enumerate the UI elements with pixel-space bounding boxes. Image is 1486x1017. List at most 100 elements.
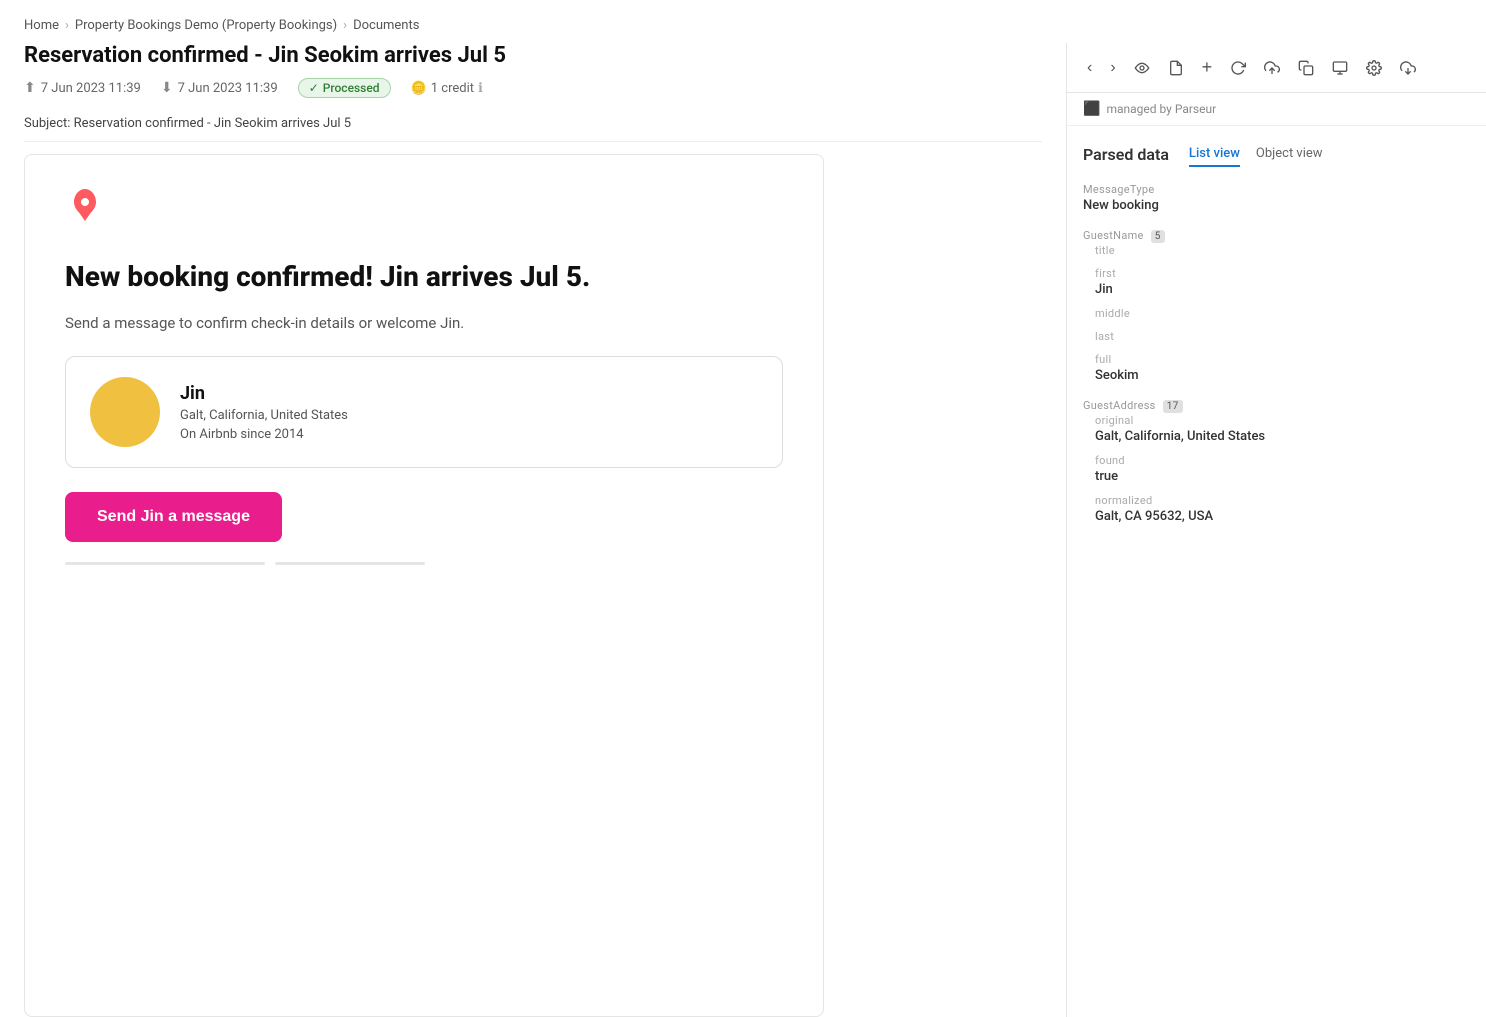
eye-icon bbox=[1134, 60, 1150, 76]
bottom-line-2 bbox=[275, 562, 425, 565]
breadcrumb-bookings[interactable]: Property Bookings Demo (Property Booking… bbox=[75, 18, 337, 33]
airbnb-logo bbox=[65, 185, 783, 229]
subfield-value-full: Seokim bbox=[1095, 368, 1470, 383]
subfield-first: first Jin bbox=[1095, 267, 1470, 297]
guest-card: Jin Galt, California, United States On A… bbox=[65, 356, 783, 468]
guest-info: Jin Galt, California, United States On A… bbox=[180, 383, 348, 442]
subfield-value-original: Galt, California, United States bbox=[1095, 429, 1470, 444]
subfield-found: found true bbox=[1095, 454, 1470, 484]
upload-icon bbox=[1264, 60, 1280, 76]
layers-icon: ⬛ bbox=[1083, 101, 1100, 117]
main-layout: Reservation confirmed - Jin Seokim arriv… bbox=[0, 43, 1486, 1017]
subfield-full: full Seokim bbox=[1095, 353, 1470, 383]
doc-title: Reservation confirmed - Jin Seokim arriv… bbox=[24, 43, 1042, 68]
toolbar-add-btn[interactable]: + bbox=[1194, 51, 1221, 84]
credit-icon: 🪙 bbox=[411, 81, 427, 96]
breadcrumb: Home › Property Bookings Demo (Property … bbox=[0, 0, 1486, 43]
email-frame: New booking confirmed! Jin arrives Jul 5… bbox=[24, 154, 824, 1017]
field-key-guest-address: GuestAddress 17 bbox=[1083, 399, 1470, 412]
date1-value: 7 Jun 2023 11:39 bbox=[41, 81, 141, 96]
copy-icon bbox=[1298, 60, 1314, 76]
upload-icon: ⬆ bbox=[24, 80, 36, 96]
download-icon: ⬇ bbox=[161, 80, 173, 96]
field-guest-name: GuestName 5 title first Jin middle bbox=[1083, 229, 1470, 383]
doc-area: Reservation confirmed - Jin Seokim arriv… bbox=[0, 43, 1066, 1017]
refresh-icon bbox=[1230, 60, 1246, 76]
download-icon bbox=[1400, 60, 1416, 76]
monitor-icon bbox=[1332, 60, 1348, 76]
email-heading: New booking confirmed! Jin arrives Jul 5… bbox=[65, 259, 783, 294]
toolbar-view-btn[interactable] bbox=[1126, 54, 1158, 82]
bottom-line-1 bbox=[65, 562, 265, 565]
toolbar-back-btn[interactable]: ‹ bbox=[1079, 53, 1100, 83]
subfield-value-normalized: Galt, CA 95632, USA bbox=[1095, 509, 1470, 524]
doc-header: Reservation confirmed - Jin Seokim arriv… bbox=[24, 43, 1042, 106]
bottom-lines bbox=[65, 562, 783, 565]
right-panel: ‹ › + bbox=[1066, 43, 1486, 1017]
guest-avatar bbox=[90, 377, 160, 447]
guest-address-badge: 17 bbox=[1163, 400, 1183, 413]
parsed-data-panel: Parsed data List view Object view Messag… bbox=[1067, 126, 1486, 1017]
parsed-data-title: Parsed data bbox=[1083, 145, 1169, 164]
page: Home › Property Bookings Demo (Property … bbox=[0, 0, 1486, 1017]
managed-by: ⬛ managed by Parseur bbox=[1067, 93, 1486, 126]
field-key-guest-name: GuestName 5 bbox=[1083, 229, 1470, 242]
toolbar-download-btn[interactable] bbox=[1392, 54, 1424, 82]
subfield-original: original Galt, California, United States bbox=[1095, 414, 1470, 444]
toolbar-copy-btn[interactable] bbox=[1290, 54, 1322, 82]
tab-list-view[interactable]: List view bbox=[1189, 142, 1240, 167]
subfield-value-found: true bbox=[1095, 469, 1470, 484]
subfield-middle: middle bbox=[1095, 307, 1470, 320]
breadcrumb-sep-1: › bbox=[65, 18, 69, 33]
guest-name-badge: 5 bbox=[1151, 230, 1165, 243]
subfield-value-first: Jin bbox=[1095, 282, 1470, 297]
status-badge: ✓ Processed bbox=[298, 78, 391, 98]
send-message-button[interactable]: Send Jin a message bbox=[65, 492, 282, 542]
status-label: Processed bbox=[323, 81, 380, 95]
settings-icon bbox=[1366, 60, 1382, 76]
field-message-type: MessageType New booking bbox=[1083, 183, 1470, 213]
managed-label: managed by Parseur bbox=[1106, 102, 1216, 116]
guest-location: Galt, California, United States bbox=[180, 408, 348, 423]
toolbar: ‹ › + bbox=[1067, 43, 1486, 93]
credit-badge: 🪙 1 credit ℹ bbox=[411, 81, 483, 96]
credit-value: 1 credit bbox=[431, 81, 474, 96]
subfield-key-first: first bbox=[1095, 267, 1470, 280]
subfield-key-title: title bbox=[1095, 244, 1470, 257]
toolbar-forward-btn[interactable]: › bbox=[1102, 53, 1123, 83]
toolbar-preview-btn[interactable] bbox=[1324, 54, 1356, 82]
doc-subject: Subject: Reservation confirmed - Jin Seo… bbox=[24, 106, 1042, 142]
meta-date2: ⬇ 7 Jun 2023 11:39 bbox=[161, 80, 278, 96]
toolbar-refresh-btn[interactable] bbox=[1222, 54, 1254, 82]
subfield-key-full: full bbox=[1095, 353, 1470, 366]
doc-meta: ⬆ 7 Jun 2023 11:39 ⬇ 7 Jun 2023 11:39 ✓ … bbox=[24, 78, 1042, 98]
breadcrumb-documents[interactable]: Documents bbox=[353, 18, 419, 33]
field-key-message-type: MessageType bbox=[1083, 183, 1470, 196]
subfield-key-found: found bbox=[1095, 454, 1470, 467]
subfield-last: last bbox=[1095, 330, 1470, 343]
toolbar-doc-btn[interactable] bbox=[1160, 54, 1192, 82]
subfield-key-last: last bbox=[1095, 330, 1470, 343]
info-icon: ℹ bbox=[478, 81, 483, 96]
tab-object-view[interactable]: Object view bbox=[1256, 142, 1323, 167]
email-subtext: Send a message to confirm check-in detai… bbox=[65, 314, 783, 332]
toolbar-upload-btn[interactable] bbox=[1256, 54, 1288, 82]
parsed-header: Parsed data List view Object view bbox=[1083, 142, 1470, 167]
subfield-key-normalized: normalized bbox=[1095, 494, 1470, 507]
subfield-key-original: original bbox=[1095, 414, 1470, 427]
subfield-key-middle: middle bbox=[1095, 307, 1470, 320]
field-guest-address: GuestAddress 17 original Galt, Californi… bbox=[1083, 399, 1470, 524]
breadcrumb-sep-2: › bbox=[343, 18, 347, 33]
guest-name: Jin bbox=[180, 383, 348, 404]
airbnb-logo-svg bbox=[65, 185, 105, 225]
date2-value: 7 Jun 2023 11:39 bbox=[178, 81, 278, 96]
guest-since: On Airbnb since 2014 bbox=[180, 427, 348, 442]
subfield-title: title bbox=[1095, 244, 1470, 257]
field-value-message-type: New booking bbox=[1083, 198, 1470, 213]
toolbar-settings-btn[interactable] bbox=[1358, 54, 1390, 82]
meta-date1: ⬆ 7 Jun 2023 11:39 bbox=[24, 80, 141, 96]
breadcrumb-home[interactable]: Home bbox=[24, 18, 59, 33]
subfield-normalized: normalized Galt, CA 95632, USA bbox=[1095, 494, 1470, 524]
file-icon bbox=[1168, 60, 1184, 76]
check-icon: ✓ bbox=[309, 81, 319, 95]
